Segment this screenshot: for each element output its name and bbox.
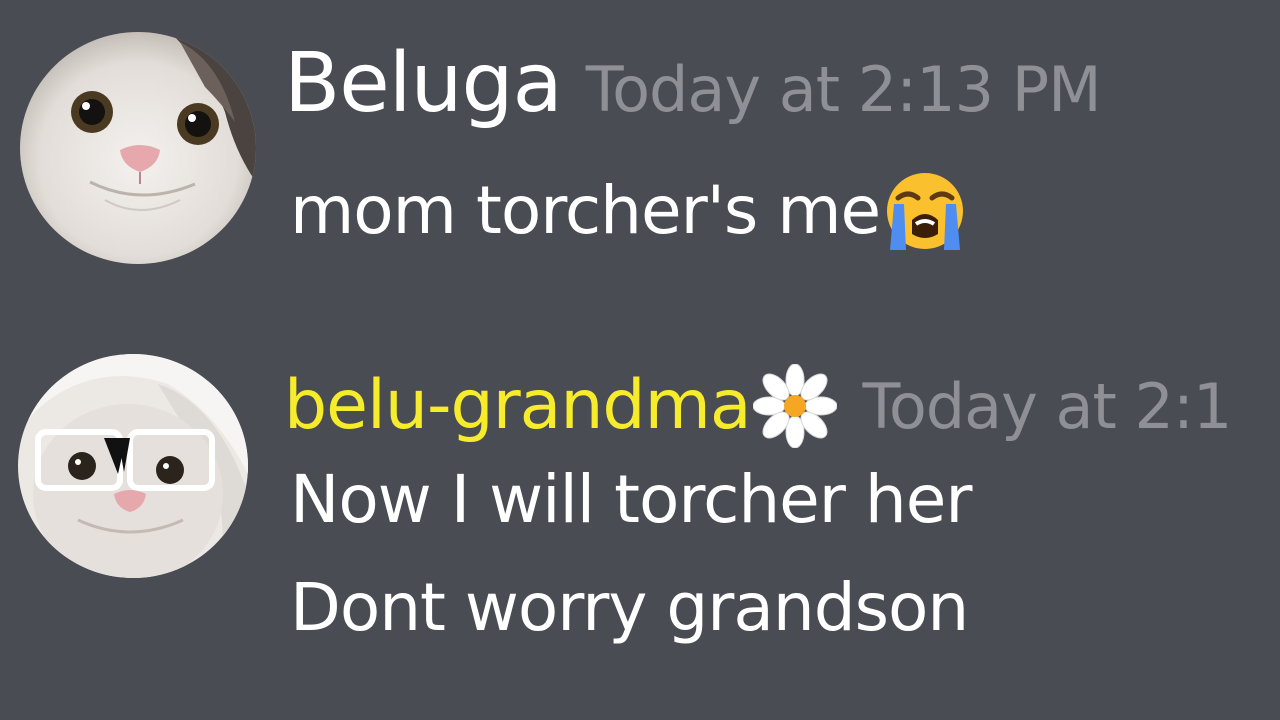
message-header: Beluga Today at 2:13 PM xyxy=(284,36,1102,132)
avatar-beluga[interactable] xyxy=(20,32,256,264)
username[interactable]: belu-grandma xyxy=(284,358,751,454)
grandma-cat-with-glasses-avatar-icon xyxy=(18,354,248,578)
message-item: Beluga Today at 2:13 PM mom torcher's me xyxy=(0,32,1280,272)
avatar-belu-grandma[interactable] xyxy=(18,354,248,578)
beluga-cat-avatar-icon xyxy=(20,32,256,264)
loudly-crying-face-icon xyxy=(882,168,968,254)
daisy-flower-icon xyxy=(752,363,837,449)
message-content: mom torcher's me xyxy=(290,168,968,254)
message-text: Now I will torcher her xyxy=(290,461,972,538)
message-item: belu-grandma Today at 2:1 Now I will tor… xyxy=(0,350,1280,650)
timestamp[interactable]: Today at 2:13 PM xyxy=(586,53,1102,126)
chat-view: Beluga Today at 2:13 PM mom torcher's me xyxy=(0,0,1280,720)
message-text: Dont worry grandson xyxy=(290,569,969,646)
username[interactable]: Beluga xyxy=(284,36,563,132)
message-header: belu-grandma Today at 2:1 xyxy=(284,358,1233,454)
timestamp[interactable]: Today at 2:1 xyxy=(863,370,1233,443)
message-text: mom torcher's me xyxy=(290,172,881,249)
